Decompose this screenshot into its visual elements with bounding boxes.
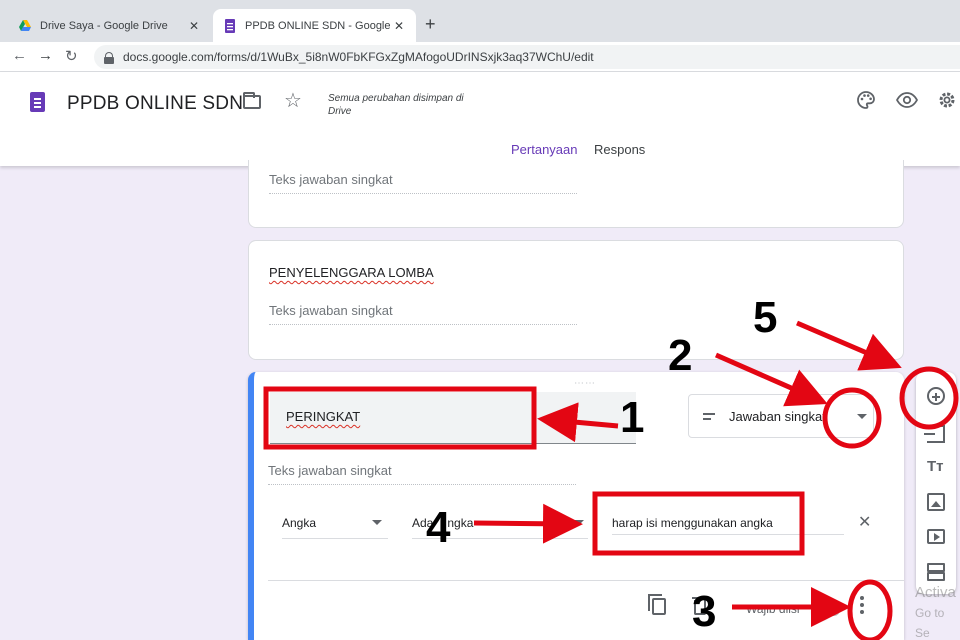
short-answer-placeholder: Teks jawaban singkat <box>269 172 577 194</box>
reload-icon[interactable]: ↻ <box>65 47 78 65</box>
forms-header: PPDB ONLINE SDN ☆ Semua perubahan disimp… <box>0 72 960 166</box>
watermark-line-1: Activa <box>915 584 956 601</box>
tab-respons[interactable]: Respons <box>594 142 645 157</box>
add-question-icon[interactable] <box>927 387 945 405</box>
more-options-icon[interactable] <box>860 596 864 616</box>
annotation-number-3: 3 <box>692 587 717 636</box>
annotation-number-2: 2 <box>668 331 693 380</box>
close-tab-icon[interactable]: ✕ <box>187 19 201 33</box>
tab-pertanyaan[interactable]: Pertanyaan <box>503 142 585 166</box>
question-title-text: PENYELENGGARA LOMBA <box>269 265 434 280</box>
tab-google-forms[interactable]: PPDB ONLINE SDN - Google For ✕ <box>213 9 416 42</box>
custom-error-text-input[interactable]: harap isi menggunakan angka <box>612 516 773 530</box>
condition-text-tail: ngka <box>447 516 474 530</box>
short-answer-placeholder: Teks jawaban singkat <box>269 303 577 325</box>
folder-icon[interactable] <box>243 92 261 109</box>
drag-handle-icon[interactable]: ⋯⋯ <box>574 378 596 389</box>
watermark-line-2: Go to Se <box>915 606 945 640</box>
browser-tab-strip: Drive Saya - Google Drive ✕ PPDB ONLINE … <box>0 0 960 42</box>
remove-validation-close-icon[interactable]: ✕ <box>858 512 871 532</box>
question-title: PENYELENGGARA LOMBA <box>269 265 434 280</box>
palette-icon[interactable] <box>856 90 876 110</box>
save-status: Semua perubahan disimpan di Drive <box>328 93 464 117</box>
activate-windows-watermark: Activa Go to Se <box>915 583 960 640</box>
settings-gear-icon[interactable] <box>937 90 957 110</box>
forward-arrow-icon[interactable]: → <box>38 47 53 64</box>
star-icon[interactable]: ☆ <box>284 88 302 113</box>
dropdown-caret-icon <box>857 414 867 419</box>
underline <box>612 534 844 535</box>
annotation-number-5: 5 <box>753 293 778 342</box>
form-title[interactable]: PPDB ONLINE SDN <box>67 93 243 115</box>
address-bar[interactable]: docs.google.com/forms/d/1WuBx_5i8nW0FbKF… <box>94 45 960 69</box>
add-title-icon[interactable]: Tт <box>927 458 945 476</box>
question-card[interactable]: PENYELENGGARA LOMBA Teks jawaban singkat <box>248 240 904 360</box>
short-answer-placeholder: Teks jawaban singkat <box>268 463 576 485</box>
required-label: Wajib diisi <box>746 602 800 616</box>
google-forms-logo-icon[interactable] <box>30 92 45 112</box>
question-title-value: PERINGKAT <box>286 409 361 424</box>
preview-eye-icon[interactable] <box>896 90 918 110</box>
validation-category-select[interactable]: Angka <box>282 516 316 530</box>
url-text: docs.google.com/forms/d/1WuBx_5i8nW0FbKF… <box>123 50 594 64</box>
tab-title: PPDB ONLINE SDN - Google For <box>245 19 392 32</box>
back-arrow-icon[interactable]: ← <box>12 47 27 64</box>
card-footer-divider <box>268 580 904 581</box>
add-video-icon[interactable] <box>927 529 945 544</box>
side-toolbar: Tт <box>916 372 956 594</box>
annotation-number-4: 4 <box>426 503 451 552</box>
question-type-label: Jawaban singkat <box>729 409 826 424</box>
tab-title: Drive Saya - Google Drive <box>40 19 168 32</box>
lock-icon <box>104 51 114 64</box>
question-title-input[interactable]: PERINGKAT <box>270 392 636 444</box>
duplicate-icon[interactable] <box>648 594 666 615</box>
add-section-icon[interactable] <box>927 563 945 581</box>
tab-google-drive[interactable]: Drive Saya - Google Drive ✕ <box>8 9 211 42</box>
question-type-dropdown[interactable]: Jawaban singkat <box>688 394 874 438</box>
google-drive-icon <box>19 19 31 31</box>
new-tab-button[interactable]: + <box>425 14 436 35</box>
active-question-card[interactable]: ⋯⋯ PERINGKAT Jawaban singkat Teks jawaba… <box>248 372 904 640</box>
short-answer-icon <box>703 413 715 423</box>
question-card[interactable]: Teks jawaban singkat <box>248 160 904 228</box>
browser-toolbar: ← → ↻ docs.google.com/forms/d/1WuBx_5i8n… <box>0 42 960 72</box>
add-image-icon[interactable] <box>927 493 945 511</box>
google-forms-icon <box>225 18 235 33</box>
import-questions-icon[interactable] <box>924 425 945 443</box>
required-toggle[interactable] <box>812 601 840 619</box>
validation-condition-caret-icon[interactable] <box>574 520 584 525</box>
validation-category-caret-icon[interactable] <box>372 520 382 525</box>
underline <box>282 538 388 539</box>
annotation-number-1: 1 <box>620 393 645 442</box>
close-tab-icon[interactable]: ✕ <box>392 19 406 33</box>
